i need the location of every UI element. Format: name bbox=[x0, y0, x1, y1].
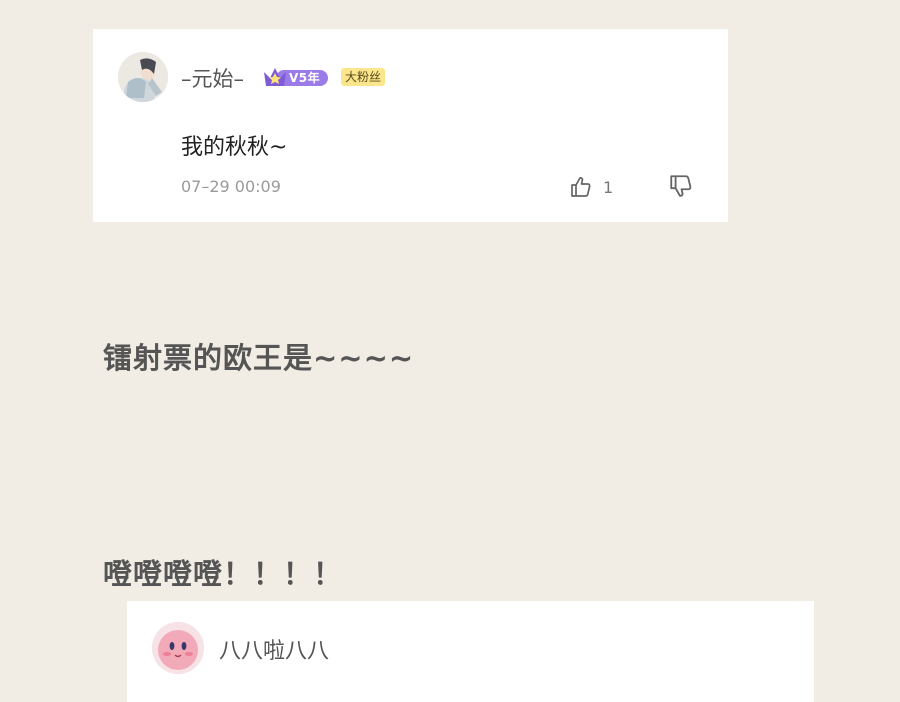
page: –元始– V5年 大粉丝 我的秋秋~ 07–29 00:09 1 镭射票的欧王是… bbox=[0, 0, 900, 702]
fan-badge: 大粉丝 bbox=[341, 68, 386, 86]
vip-badge-label: V5年 bbox=[289, 71, 321, 85]
reply-username[interactable]: 八八啦八八 bbox=[219, 633, 329, 665]
user-avatar[interactable] bbox=[118, 52, 168, 102]
comment-timestamp: 07–29 00:09 bbox=[181, 177, 281, 196]
thumbs-up-icon bbox=[571, 177, 591, 197]
reply-user-avatar[interactable] bbox=[152, 622, 204, 674]
like-button[interactable]: 1 bbox=[569, 173, 613, 201]
like-count: 1 bbox=[603, 177, 614, 197]
caption-line-2: 噔噔噔噔！！！！ bbox=[103, 557, 344, 591]
comment-text: 我的秋秋~ bbox=[181, 135, 288, 160]
dislike-button[interactable] bbox=[668, 173, 696, 201]
caption-line-1: 镭射票的欧王是~~~~ bbox=[103, 341, 415, 375]
reply-card: 八八啦八八 bbox=[127, 601, 814, 702]
thumbs-down-icon bbox=[670, 175, 692, 197]
vip-badge: V5年 bbox=[262, 64, 330, 89]
comment-card: –元始– V5年 大粉丝 我的秋秋~ 07–29 00:09 1 bbox=[93, 29, 728, 222]
username[interactable]: –元始– bbox=[181, 63, 244, 93]
